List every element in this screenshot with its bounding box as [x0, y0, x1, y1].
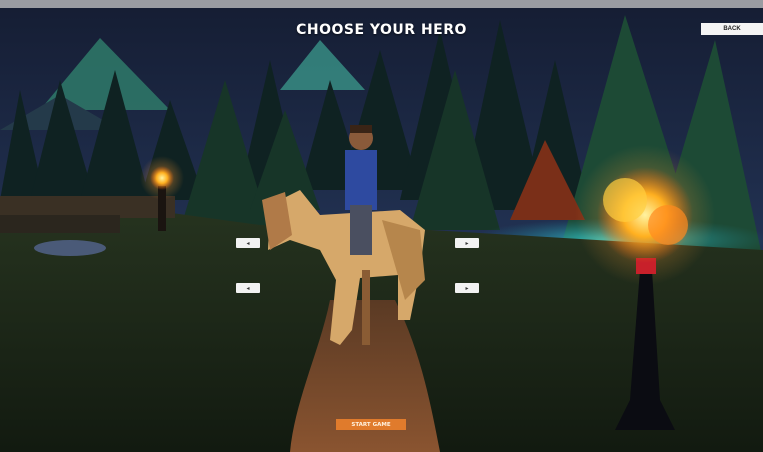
back-button[interactable]: BACK: [701, 23, 763, 35]
left-arrow-icon: ◂: [246, 284, 250, 292]
next-option-bottom-button[interactable]: ▸: [455, 283, 479, 293]
next-option-top-button[interactable]: ▸: [455, 238, 479, 248]
right-arrow-icon: ▸: [465, 239, 469, 247]
forest-scene-background: [0, 0, 763, 452]
page-title: CHOOSE YOUR HERO: [296, 22, 467, 38]
top-window-bar: [0, 0, 763, 8]
left-arrow-icon: ◂: [246, 239, 250, 247]
prev-option-top-button[interactable]: ◂: [236, 238, 260, 248]
prev-option-bottom-button[interactable]: ◂: [236, 283, 260, 293]
right-arrow-icon: ▸: [465, 284, 469, 292]
start-game-button[interactable]: START GAME: [336, 419, 406, 430]
